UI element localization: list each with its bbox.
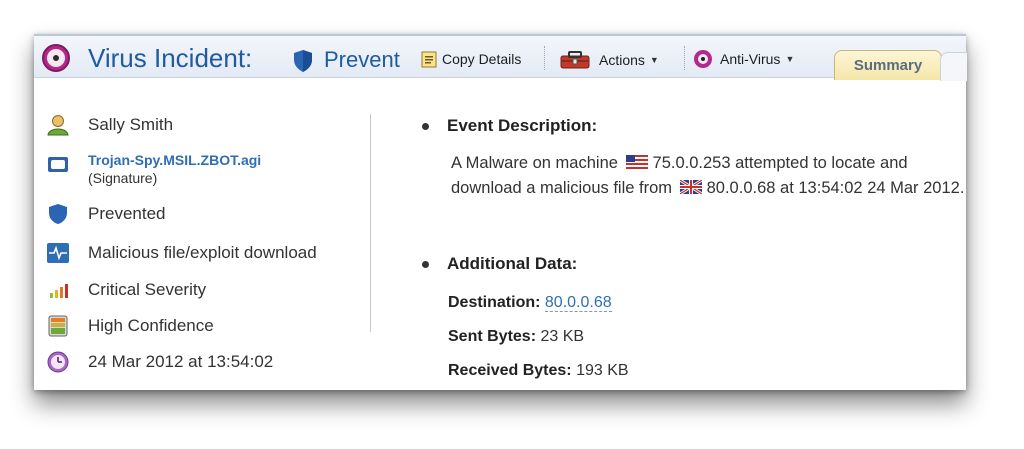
event-text-3: at 13:54:02 24 Mar 2012. bbox=[780, 179, 965, 197]
received-bytes-value: 193 KB bbox=[576, 362, 629, 379]
user-name: Sally Smith bbox=[88, 115, 174, 134]
activity-icon bbox=[47, 243, 69, 263]
clipboard-icon bbox=[421, 51, 437, 68]
event-text-1: A Malware on machine bbox=[451, 154, 618, 172]
signature-suffix: (Signature) bbox=[88, 170, 158, 186]
toolbar-separator bbox=[544, 46, 546, 70]
radiation-icon bbox=[42, 44, 70, 72]
timestamp-text: 24 Mar 2012 at 13:54:02 bbox=[88, 352, 274, 371]
signature-link[interactable]: Trojan-Spy.MSIL.ZBOT.agi bbox=[88, 152, 261, 168]
action-text: Prevented bbox=[88, 204, 166, 223]
copy-details-label: Copy Details bbox=[442, 51, 522, 67]
attack-type-text: Malicious file/exploit download bbox=[88, 243, 317, 262]
copy-details-button[interactable]: Copy Details bbox=[420, 50, 521, 68]
additional-data-title: Additional Data: bbox=[447, 254, 578, 273]
event-description-title: Event Description: bbox=[447, 116, 598, 135]
clock-icon bbox=[47, 351, 69, 373]
confidence-icon bbox=[48, 315, 68, 337]
severity-bars-icon bbox=[50, 284, 68, 298]
incident-summary-panel: Event Description: A Malware on machine … bbox=[414, 78, 964, 390]
incident-window: Virus Incident: Prevent Copy Details Act… bbox=[34, 34, 967, 390]
destination-label: Destination: bbox=[448, 294, 541, 311]
actions-menu[interactable]: Actions ▼ bbox=[560, 50, 659, 70]
tab-next[interactable] bbox=[940, 52, 967, 81]
status-label: Prevent bbox=[324, 47, 400, 72]
detail-severity: Critical Severity bbox=[46, 279, 206, 301]
incident-details-panel: Sally Smith Trojan-Spy.MSIL.ZBOT.agi (Si… bbox=[34, 78, 370, 390]
page-title: Virus Incident: bbox=[88, 43, 253, 73]
destination-row: Destination: 80.0.0.68 bbox=[448, 294, 612, 312]
detail-action: Prevented bbox=[46, 203, 166, 225]
source-ip: 75.0.0.253 bbox=[652, 154, 731, 172]
shield-icon bbox=[294, 50, 312, 72]
toolbox-icon bbox=[560, 51, 590, 69]
detail-signature: Trojan-Spy.MSIL.ZBOT.agi (Signature) bbox=[46, 152, 261, 186]
actions-label: Actions bbox=[599, 52, 645, 68]
anti-virus-label: Anti-Virus bbox=[720, 51, 781, 67]
sent-bytes-value: 23 KB bbox=[540, 328, 585, 345]
detail-attack-type: Malicious file/exploit download bbox=[46, 242, 317, 264]
toolbar-separator bbox=[684, 46, 686, 70]
sent-bytes-label: Sent Bytes: bbox=[448, 328, 537, 345]
tab-summary-label: Summary bbox=[853, 57, 923, 74]
sent-bytes-row: Sent Bytes: 23 KB bbox=[448, 328, 584, 346]
chevron-down-icon: ▼ bbox=[649, 55, 659, 65]
bullet bbox=[422, 261, 429, 268]
destination-link[interactable]: 80.0.0.68 bbox=[544, 294, 612, 312]
detail-user: Sally Smith bbox=[46, 114, 173, 136]
signature-icon bbox=[48, 157, 68, 172]
dest-ip: 80.0.0.68 bbox=[706, 179, 776, 197]
detail-timestamp: 24 Mar 2012 at 13:54:02 bbox=[46, 351, 273, 373]
shield-icon bbox=[49, 204, 67, 224]
tab-summary[interactable]: Summary bbox=[834, 50, 942, 80]
uk-flag-icon bbox=[679, 180, 702, 195]
event-description: A Malware on machine 75.0.0.253 attempte… bbox=[451, 151, 971, 201]
anti-virus-menu[interactable]: Anti-Virus ▼ bbox=[694, 50, 794, 68]
radiation-icon bbox=[694, 50, 712, 68]
confidence-text: High Confidence bbox=[88, 316, 214, 335]
panel-divider bbox=[370, 114, 371, 332]
user-icon bbox=[47, 115, 69, 136]
received-bytes-label: Received Bytes: bbox=[448, 362, 572, 379]
detail-confidence: High Confidence bbox=[46, 315, 214, 337]
incident-header: Virus Incident: Prevent Copy Details Act… bbox=[34, 34, 967, 81]
received-bytes-row: Received Bytes: 193 KB bbox=[448, 362, 629, 380]
chevron-down-icon: ▼ bbox=[785, 54, 795, 64]
bullet bbox=[422, 123, 429, 130]
severity-text: Critical Severity bbox=[88, 280, 207, 299]
us-flag-icon bbox=[625, 155, 648, 170]
